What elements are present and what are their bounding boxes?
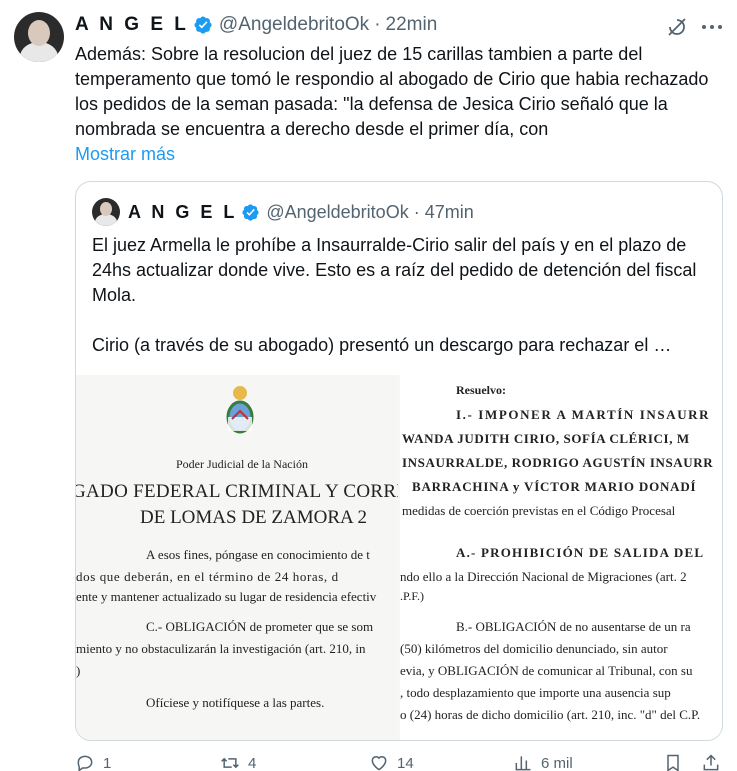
author-name[interactable]: A N G E L (75, 14, 189, 36)
doc-right-line-10: B.- OBLIGACIÓN de no ausentarse de un ra (456, 619, 691, 634)
tweet-text: Además: Sobre la resolucion del juez de … (75, 44, 709, 139)
like-button[interactable]: 14 (369, 753, 414, 771)
author-avatar[interactable] (14, 12, 64, 62)
grok-icon[interactable] (665, 15, 689, 39)
doc-line-1: A esos fines, póngase en conocimiento de… (146, 547, 370, 562)
doc-court-line-1: GADO FEDERAL CRIMINAL Y CORRECCIO (76, 481, 398, 502)
quote-text: El juez Armella le prohíbe a Insaurralde… (92, 233, 712, 358)
doc-line-3: ente y mantener actualizado su lugar de … (76, 589, 377, 604)
repost-button[interactable]: 4 (220, 753, 256, 771)
doc-right-line-14: o (24) horas de dicho domicilio (art. 21… (400, 707, 701, 722)
doc-line-5: miento y no obstaculizarán la investigac… (76, 641, 366, 656)
quote-author-name[interactable]: A N G E L (128, 202, 237, 223)
bookmark-button[interactable] (663, 753, 691, 771)
doc-right-line-12: evia, y OBLIGACIÓN de comunicar al Tribu… (400, 663, 693, 678)
views-count: 6 mil (541, 754, 573, 771)
doc-line-4: C.- OBLIGACIÓN de prometer que se som (146, 619, 374, 634)
like-icon (371, 756, 387, 771)
doc-right-line-6: medidas de coerción previstas en el Códi… (402, 503, 676, 518)
verified-badge-icon[interactable] (193, 15, 213, 35)
quote-header: A N G E L @AngeldebritoOk · 47min (128, 200, 474, 224)
doc-right-line-4: INSAURRALDE, RODRIGO AGUSTÍN INSAURR (402, 455, 714, 470)
doc-line-6: ) (76, 663, 81, 678)
quote-author-handle[interactable]: @AngeldebritoOk (266, 202, 408, 223)
doc-resuelvo: Resuelvo: (456, 383, 506, 397)
quoted-tweet[interactable]: A N G E L @AngeldebritoOk · 47min El jue… (75, 181, 723, 741)
doc-right-line-9: .P.F.) (400, 589, 425, 603)
doc-org: Poder Judicial de la Nación (176, 457, 308, 471)
bookmark-icon (667, 754, 679, 771)
verified-badge-icon[interactable] (241, 203, 260, 222)
tweet[interactable]: A N G E L @AngeldebritoOk · 22min Además… (0, 0, 737, 771)
quote-media[interactable]: Poder Judicial de la Nación GADO FEDERAL… (76, 375, 722, 740)
tweet-header: A N G E L @AngeldebritoOk · 22min (75, 12, 437, 38)
more-icon[interactable] (700, 15, 724, 39)
reply-icon (77, 755, 93, 771)
reply-button[interactable]: 1 (75, 753, 111, 771)
more-dot (718, 25, 722, 29)
coat-of-arms-icon (226, 386, 254, 434)
views-icon (515, 756, 531, 771)
repost-count: 4 (248, 754, 257, 771)
author-handle[interactable]: @AngeldebritoOk (219, 14, 369, 36)
doc-right-line-7: A.- PROHIBICIÓN DE SALIDA DEL (456, 545, 705, 560)
quote-author-avatar[interactable] (92, 198, 120, 226)
action-bar: 1 4 14 6 mil (75, 753, 723, 771)
doc-right-line-13: , todo desplazamiento que importe una au… (400, 685, 671, 700)
more-dot (710, 25, 714, 29)
share-button[interactable] (701, 753, 729, 771)
doc-right-line-11: (50) kilómetros del domicilio denunciado… (400, 641, 668, 656)
doc-line-7: Ofíciese y notifíquese a las partes. (146, 695, 325, 710)
repost-icon (221, 757, 239, 769)
document-image-left[interactable]: Poder Judicial de la Nación GADO FEDERAL… (76, 375, 398, 740)
separator-dot: · (374, 14, 381, 35)
quote-text-paragraph-1: El juez Armella le prohíbe a Insaurralde… (92, 235, 697, 305)
document-image-right[interactable]: Resuelvo: I.- IMPONER A MARTÍN INSAURR W… (400, 375, 722, 740)
share-icon (703, 754, 719, 771)
doc-right-line-2: I.- IMPONER A MARTÍN INSAURR (456, 407, 711, 422)
avatar-face (100, 202, 112, 216)
tweet-time[interactable]: 22min (386, 14, 438, 36)
doc-court-line-2: DE LOMAS DE ZAMORA 2 (140, 507, 367, 528)
views-button[interactable]: 6 mil (513, 753, 573, 771)
more-dot (702, 25, 706, 29)
quote-time[interactable]: 47min (425, 202, 474, 223)
doc-right-line-8: ndo ello a la Dirección Nacional de Migr… (400, 569, 687, 584)
like-count: 14 (397, 754, 414, 771)
doc-right-line-5: BARRACHINA y VÍCTOR MARIO DONADÍ (412, 479, 697, 494)
reply-count: 1 (103, 754, 112, 771)
doc-line-2: dos que deberán, en el término de 24 hor… (76, 569, 339, 584)
show-more-link[interactable]: Mostrar más (75, 143, 175, 165)
separator-dot: · (413, 201, 420, 222)
doc-right-line-3: WANDA JUDITH CIRIO, SOFÍA CLÉRICI, M (402, 431, 690, 446)
quote-text-paragraph-2: Cirio (a través de su abogado) presentó … (92, 335, 672, 355)
avatar-face (28, 20, 50, 46)
